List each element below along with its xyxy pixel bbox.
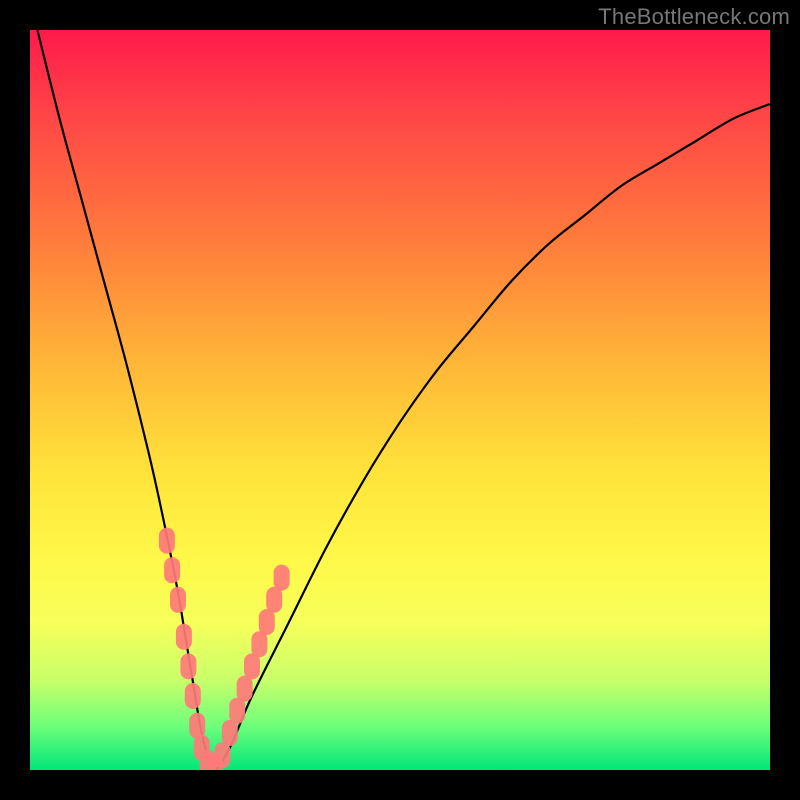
- marker-pill: [251, 631, 267, 657]
- marker-pill: [229, 698, 245, 724]
- marker-pill: [222, 720, 238, 746]
- marker-pill: [189, 713, 205, 739]
- marker-pill: [176, 624, 192, 650]
- marker-pill: [244, 653, 260, 679]
- marker-pill: [164, 557, 180, 583]
- marker-pill: [214, 742, 230, 768]
- marker-pill: [159, 528, 175, 554]
- marker-pill: [180, 653, 196, 679]
- bottleneck-chart: [30, 30, 770, 770]
- chart-frame: [30, 30, 770, 770]
- marker-pill: [274, 565, 290, 591]
- marker-pill: [266, 587, 282, 613]
- watermark-text: TheBottleneck.com: [598, 4, 790, 30]
- marker-group: [159, 528, 290, 770]
- marker-pill: [237, 676, 253, 702]
- marker-pill: [185, 683, 201, 709]
- marker-pill: [170, 587, 186, 613]
- curve-line: [37, 30, 770, 770]
- marker-pill: [259, 609, 275, 635]
